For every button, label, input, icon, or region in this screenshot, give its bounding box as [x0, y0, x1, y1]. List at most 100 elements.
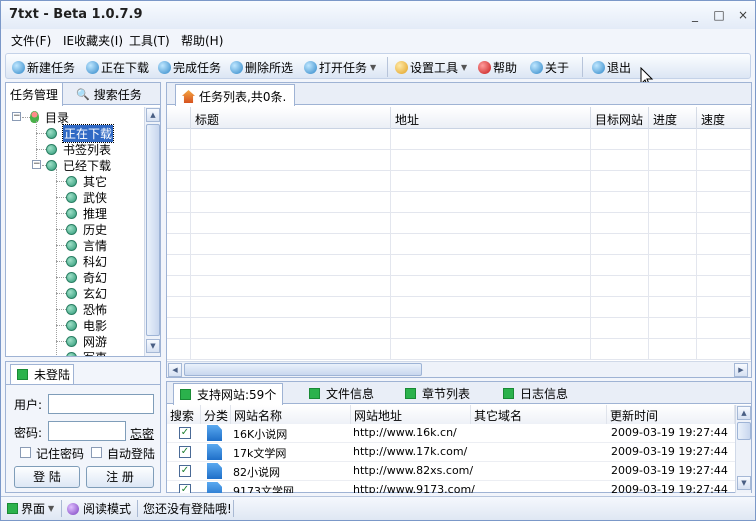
task-horizontal-scrollbar[interactable]: ◀ ▶ [167, 361, 751, 377]
remember-password-checkbox[interactable] [20, 447, 31, 458]
task-table-cell [591, 297, 649, 318]
reading-mode-button[interactable]: 阅读模式 [67, 500, 131, 517]
menu-help[interactable]: 帮助(H) [181, 32, 223, 49]
menu-ie-favorites[interactable]: IE收藏夹(I) [63, 32, 123, 49]
tree-category-item[interactable]: 其它 [66, 173, 107, 189]
site-search-checkbox[interactable]: ✓ [179, 465, 191, 477]
task-table-cell [167, 255, 191, 276]
column-progress[interactable]: 进度 [649, 107, 697, 129]
tab-log-info[interactable]: 日志信息 [497, 383, 574, 404]
scroll-left-icon[interactable]: ◀ [168, 363, 182, 377]
horizontal-scroll-thumb[interactable] [184, 363, 422, 376]
column-category[interactable]: 分类 [201, 405, 231, 424]
sites-scrollbar[interactable]: ▲ ▼ [735, 405, 751, 493]
scroll-thumb[interactable] [737, 422, 751, 440]
login-panel: 未登陆 用户: 密码: 忘密 记住密码 自动登陆 登 陆 注 册 [5, 361, 161, 493]
table-row[interactable]: ✓ 17k文学网 http://www.17k.com/2009-03-19 19:… [167, 443, 735, 462]
tab-chapter-list[interactable]: 章节列表 [399, 383, 476, 404]
completed-tasks-button[interactable]: 完成任务 [158, 58, 221, 76]
task-table-cell [191, 297, 391, 318]
register-button[interactable]: 注 册 [86, 466, 154, 488]
menu-tools[interactable]: 工具(T) [129, 32, 170, 49]
tree-category-item[interactable]: 历史 [66, 221, 107, 237]
scroll-right-icon[interactable]: ▶ [734, 363, 748, 377]
site-search-checkbox[interactable]: ✓ [179, 446, 191, 458]
collapse-icon[interactable]: − [12, 112, 21, 121]
tab-search-task[interactable]: 🔍 搜索任务 [72, 83, 146, 105]
help-button[interactable]: 帮助 [478, 58, 517, 76]
task-table-cell [167, 339, 191, 360]
about-button[interactable]: 关于 [530, 58, 569, 76]
tree-item-downloading[interactable]: 正在下载 [46, 123, 115, 143]
task-table-cell [191, 234, 391, 255]
username-field[interactable] [48, 394, 154, 414]
tree-scrollbar[interactable]: ▲ ▼ [144, 107, 160, 356]
tab-task-list[interactable]: 任务列表,共0条. [175, 84, 296, 106]
column-other-domain[interactable]: 其它域名 [471, 405, 607, 424]
column-site-name[interactable]: 网站名称 [231, 405, 351, 424]
column-search[interactable]: 搜索 [167, 405, 201, 424]
document-icon [207, 425, 222, 441]
close-button[interactable]: × [735, 7, 751, 23]
column-title[interactable]: 标题 [191, 107, 391, 129]
column-site-url[interactable]: 网站地址 [351, 405, 471, 424]
tab-task-manage[interactable]: 任务管理 [6, 83, 64, 106]
tree-category-item[interactable]: 奇幻 [66, 269, 107, 285]
minimize-button[interactable]: _ [687, 7, 703, 23]
left-tab-bar: 任务管理 🔍 搜索任务 [6, 83, 160, 106]
password-field[interactable] [48, 421, 126, 441]
tab-file-info[interactable]: 文件信息 [303, 383, 380, 404]
tree-category-item[interactable]: 军事 [66, 349, 107, 356]
tree-category-item[interactable]: 科幻 [66, 253, 107, 269]
tab-not-logged-in[interactable]: 未登陆 [10, 364, 74, 384]
maximize-button[interactable]: □ [711, 7, 727, 23]
tree-category-item[interactable]: 电影 [66, 317, 107, 333]
site-url-cell: http://www.16k.cn/ [353, 426, 457, 439]
tree-category-item[interactable]: 网游 [66, 333, 107, 349]
delete-selected-button[interactable]: 删除所选 [230, 58, 293, 76]
tree-category-item[interactable]: 玄幻 [66, 285, 107, 301]
column-update-time[interactable]: 更新时间 [607, 405, 735, 424]
task-table-cell [697, 213, 751, 234]
tree-category-item[interactable]: 言情 [66, 237, 107, 253]
column-target-site[interactable]: 目标网站 [591, 107, 649, 129]
scroll-thumb[interactable] [146, 124, 160, 336]
auto-login-checkbox[interactable] [91, 447, 102, 458]
site-name-cell: 16K小说网 [233, 428, 288, 441]
task-table-cell [167, 150, 191, 171]
table-row[interactable]: ✓ 16K小说网 http://www.16k.cn/2009-03-19 19:2… [167, 424, 735, 443]
task-table-cell [191, 129, 391, 150]
scroll-down-icon[interactable]: ▼ [146, 339, 160, 353]
column-address[interactable]: 地址 [391, 107, 591, 129]
open-task-button[interactable]: 打开任务 ▼ [304, 58, 376, 76]
collapse-icon[interactable]: − [32, 160, 41, 169]
scroll-down-icon[interactable]: ▼ [737, 476, 751, 490]
table-row[interactable]: ✓ 9173文学网 http://www.9173.com/2009-03-19 1… [167, 481, 735, 493]
file-info-icon [309, 388, 320, 399]
new-task-button[interactable]: 新建任务 [12, 58, 75, 76]
scroll-up-icon[interactable]: ▲ [146, 108, 160, 122]
menu-file[interactable]: 文件(F) [11, 32, 51, 49]
settings-tools-button[interactable]: 设置工具 ▼ [395, 58, 467, 76]
login-button[interactable]: 登 陆 [14, 466, 80, 488]
tree-category-item[interactable]: 武侠 [66, 189, 107, 205]
tree-category-item[interactable]: 恐怖 [66, 301, 107, 317]
log-icon [503, 388, 514, 399]
info-icon [530, 60, 543, 74]
scroll-up-icon[interactable]: ▲ [737, 406, 751, 420]
downloading-button[interactable]: 正在下载 [86, 58, 149, 76]
exit-button[interactable]: 退出 [592, 58, 631, 76]
column-speed[interactable]: 速度 [697, 107, 751, 129]
task-table-cell [697, 318, 751, 339]
tree-category-item[interactable]: 推理 [66, 205, 107, 221]
task-table-cell [649, 150, 697, 171]
site-search-checkbox[interactable]: ✓ [179, 427, 191, 439]
tree-item-bookmarks[interactable]: 书签列表 [46, 141, 111, 157]
site-search-checkbox[interactable]: ✓ [179, 484, 191, 493]
table-row[interactable]: ✓ 82小说网 http://www.82xs.com/2009-03-19 19:… [167, 462, 735, 481]
toolbar-divider [582, 57, 583, 77]
interface-menu[interactable]: 界面 ▼ [7, 500, 54, 517]
site-name-cell: 9173文学网 [233, 485, 294, 493]
forgot-password-link[interactable]: 忘密 [130, 425, 154, 442]
tab-supported-sites[interactable]: 支持网站:59个 [173, 383, 284, 405]
